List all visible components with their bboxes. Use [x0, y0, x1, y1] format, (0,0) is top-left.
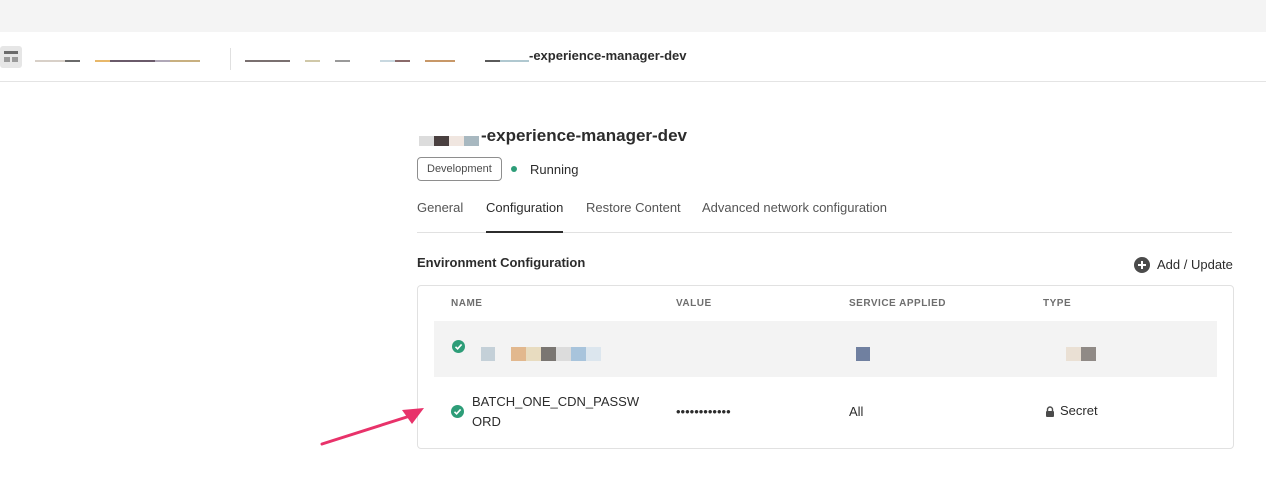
tab-configuration[interactable]: Configuration: [486, 200, 564, 233]
config-type: Secret: [1060, 403, 1098, 418]
tab-restore-content[interactable]: Restore Content: [586, 200, 681, 231]
check-circle-icon: [452, 340, 465, 353]
column-header-value[interactable]: VALUE: [676, 298, 712, 309]
column-header-service-applied[interactable]: SERVICE APPLIED: [849, 298, 946, 309]
breadcrumb-divider: [230, 48, 231, 70]
section-title: Environment Configuration: [417, 255, 586, 270]
column-header-type[interactable]: TYPE: [1043, 298, 1071, 309]
config-value-masked: ••••••••••••: [676, 404, 731, 419]
tab-general[interactable]: General: [417, 200, 463, 231]
check-circle-icon: [451, 405, 464, 418]
status-text: Running: [530, 162, 579, 177]
top-strip: [0, 0, 1266, 32]
annotation-arrow-icon: [320, 408, 424, 446]
redacted-service: [856, 347, 870, 361]
add-update-label: Add / Update: [1157, 257, 1233, 272]
page-title: -experience-manager-dev: [481, 126, 687, 145]
config-name: BATCH_ONE_CDN_PASSWORD: [472, 394, 640, 429]
status-dot-icon: [511, 166, 517, 172]
tab-bar: General Configuration Restore Content Ad…: [417, 200, 1232, 233]
config-table: NAME VALUE SERVICE APPLIED TYPE BATCH_ON…: [417, 285, 1234, 449]
tab-advanced-network-configuration[interactable]: Advanced network configuration: [702, 200, 887, 231]
environment-type-badge: Development: [417, 157, 502, 181]
table-row[interactable]: BATCH_ONE_CDN_PASSWORD •••••••••••• All …: [434, 377, 1217, 447]
breadcrumb-current[interactable]: -experience-manager-dev: [529, 48, 687, 63]
environment-icon[interactable]: [0, 46, 22, 68]
lock-icon: [1046, 406, 1054, 417]
column-header-name[interactable]: NAME: [451, 298, 482, 309]
config-service-applied: All: [849, 404, 864, 419]
table-row[interactable]: [434, 321, 1217, 377]
add-circle-icon: [1134, 257, 1150, 273]
